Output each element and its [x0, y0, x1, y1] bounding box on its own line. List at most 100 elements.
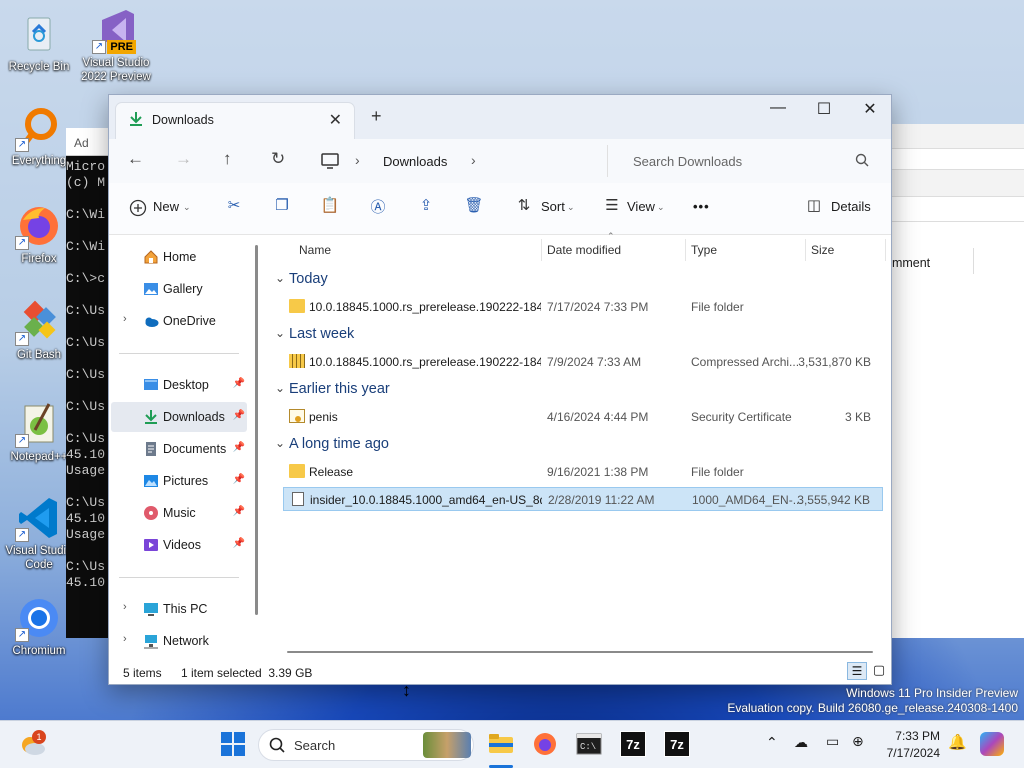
network-status-icon[interactable]: ⊕ [852, 733, 864, 750]
display-icon[interactable]: ▭ [826, 733, 839, 750]
sidebar-item-home[interactable]: Home [111, 242, 247, 272]
sidebar-divider [119, 577, 239, 578]
list-item[interactable]: 10.0.18845.1000.rs_prerelease.190222-184… [283, 295, 883, 319]
breadcrumb-downloads[interactable]: Downloads [383, 154, 447, 169]
shortcut-arrow-icon: ↗ [92, 40, 106, 54]
chevron-down-icon[interactable]: ⌄ [567, 202, 575, 213]
sidebar-item-desktop[interactable]: Desktop 📌 [111, 370, 247, 400]
column-divider[interactable] [885, 239, 886, 261]
search-box[interactable]: Search Downloads [617, 145, 882, 177]
refresh-icon[interactable]: ↻ [271, 149, 285, 169]
group-header-today[interactable]: Today [289, 271, 328, 287]
group-collapse-icon[interactable]: ⌄ [275, 271, 285, 285]
pin-icon[interactable]: 📌 [233, 378, 245, 389]
sidebar-item-thispc[interactable]: › This PC [111, 594, 247, 624]
sidebar-item-network[interactable]: › Network [111, 626, 247, 656]
list-item[interactable]: 10.0.18845.1000.rs_prerelease.190222-184… [283, 350, 883, 374]
group-header-earlier-this-year[interactable]: Earlier this year [289, 381, 390, 397]
background-window[interactable]: omment [885, 124, 1024, 638]
desktop-icon-recycle-bin[interactable]: Recycle Bin [1, 10, 77, 74]
sidebar-item-pictures[interactable]: Pictures 📌 [111, 466, 247, 496]
column-header-date[interactable]: Date modified [547, 243, 621, 257]
notification-bell-icon[interactable]: 🔔 [948, 733, 967, 751]
chevron-right-icon[interactable]: › [123, 633, 127, 645]
column-header-type[interactable]: Type [691, 243, 717, 257]
more-options-button[interactable]: ••• [693, 199, 710, 214]
chevron-down-icon[interactable]: ⌄ [183, 202, 191, 213]
cloud-offline-icon[interactable]: ☁ [794, 734, 808, 751]
sidebar-item-downloads[interactable]: Downloads 📌 [111, 402, 247, 432]
details-button[interactable]: Details [831, 199, 871, 214]
clock-time[interactable]: 7:33 PM [884, 729, 940, 743]
cut-icon[interactable]: ✂ [223, 196, 245, 218]
terminal-icon[interactable]: C:\ [576, 731, 602, 757]
file-explorer-icon[interactable] [488, 731, 514, 757]
chevron-right-icon[interactable]: › [123, 601, 127, 613]
column-divider[interactable] [805, 239, 806, 261]
chevron-down-icon[interactable]: ⌄ [657, 202, 665, 213]
column-header-name[interactable]: Name [299, 243, 331, 257]
rename-icon[interactable]: Ⓐ [367, 196, 389, 218]
close-tab-icon[interactable]: ✕ [329, 110, 342, 130]
sidebar-scrollbar[interactable] [255, 245, 258, 615]
delete-icon[interactable]: 🗑 [463, 196, 485, 218]
sidebar-item-videos[interactable]: Videos 📌 [111, 530, 247, 560]
list-item[interactable]: Release 9/16/2021 1:38 PM File folder [283, 460, 883, 484]
start-icon[interactable] [220, 731, 246, 757]
group-collapse-icon[interactable]: ⌄ [275, 326, 285, 340]
paste-icon[interactable]: 📋 [319, 196, 341, 218]
tab-downloads[interactable]: Downloads ✕ [115, 102, 355, 139]
search-input[interactable]: Search Downloads [633, 154, 742, 169]
clock-date[interactable]: 7/17/2024 [884, 746, 940, 760]
back-arrow-icon[interactable]: ← [127, 149, 144, 169]
new-button[interactable]: New [153, 199, 179, 214]
minimize-button[interactable]: — [755, 99, 801, 125]
tiles-view-icon[interactable]: ▢ [871, 662, 887, 680]
details-view-icon[interactable]: ☰ [847, 662, 867, 680]
column-header-size[interactable]: Size [811, 243, 834, 257]
horizontal-scrollbar[interactable] [287, 651, 873, 653]
sort-button[interactable]: Sort [541, 199, 565, 214]
sidebar-item-gallery[interactable]: Gallery [111, 274, 247, 304]
group-collapse-icon[interactable]: ⌄ [275, 436, 285, 450]
7zip-icon[interactable]: 7z [620, 731, 646, 757]
pin-icon[interactable]: 📌 [233, 474, 245, 485]
7zip-icon[interactable]: 7z [664, 731, 690, 757]
vscode-icon: ↗ [15, 494, 63, 542]
copy-icon[interactable]: ❐ [271, 196, 293, 218]
list-item-selected[interactable]: insider_10.0.18845.1000_amd64_en-US_8d..… [283, 487, 883, 511]
pin-icon[interactable]: 📌 [233, 506, 245, 517]
title-bar[interactable]: Downloads ✕ + — ☐ ✕ [109, 95, 891, 139]
column-divider[interactable] [685, 239, 686, 261]
chevron-right-icon[interactable]: › [123, 313, 127, 325]
desktop-icon-visual-studio[interactable]: PRE ↗ Visual Studio 2022 Preview [78, 6, 154, 84]
pin-icon[interactable]: 📌 [233, 538, 245, 549]
forward-arrow-icon[interactable]: → [175, 149, 192, 169]
taskbar-search-box[interactable]: Search [258, 729, 474, 761]
group-collapse-icon[interactable]: ⌄ [275, 381, 285, 395]
sidebar-item-documents[interactable]: Documents 📌 [111, 434, 247, 464]
copilot-icon[interactable] [980, 732, 1004, 756]
new-tab-button[interactable]: + [371, 106, 382, 127]
share-icon[interactable]: ⇪ [415, 196, 437, 218]
close-window-button[interactable]: ✕ [847, 99, 893, 125]
column-divider[interactable] [541, 239, 542, 261]
chevron-up-icon[interactable]: ⌃ [766, 734, 778, 751]
breadcrumb-chevron-icon[interactable]: › [471, 152, 476, 168]
sidebar-item-onedrive[interactable]: › OneDrive [111, 306, 247, 336]
pin-icon[interactable]: 📌 [233, 410, 245, 421]
group-header-last-week[interactable]: Last week [289, 326, 354, 342]
up-arrow-icon[interactable]: ↑ [223, 149, 232, 169]
console-title: Ad [74, 136, 89, 150]
pin-icon[interactable]: 📌 [233, 442, 245, 453]
weather-widget-icon[interactable]: 1 [18, 730, 48, 760]
file-explorer-window[interactable]: Downloads ✕ + — ☐ ✕ ← → ↑ ↻ › Downloads … [108, 94, 892, 685]
address-bar[interactable]: › Downloads › [313, 145, 608, 177]
list-item[interactable]: penis 4/16/2024 4:44 PM Security Certifi… [283, 405, 883, 429]
group-header-long-time-ago[interactable]: A long time ago [289, 436, 389, 452]
maximize-button[interactable]: ☐ [801, 99, 847, 125]
view-button[interactable]: View [627, 199, 655, 214]
firefox-icon[interactable] [532, 731, 558, 757]
sidebar-item-music[interactable]: Music 📌 [111, 498, 247, 528]
search-icon[interactable] [855, 153, 869, 170]
